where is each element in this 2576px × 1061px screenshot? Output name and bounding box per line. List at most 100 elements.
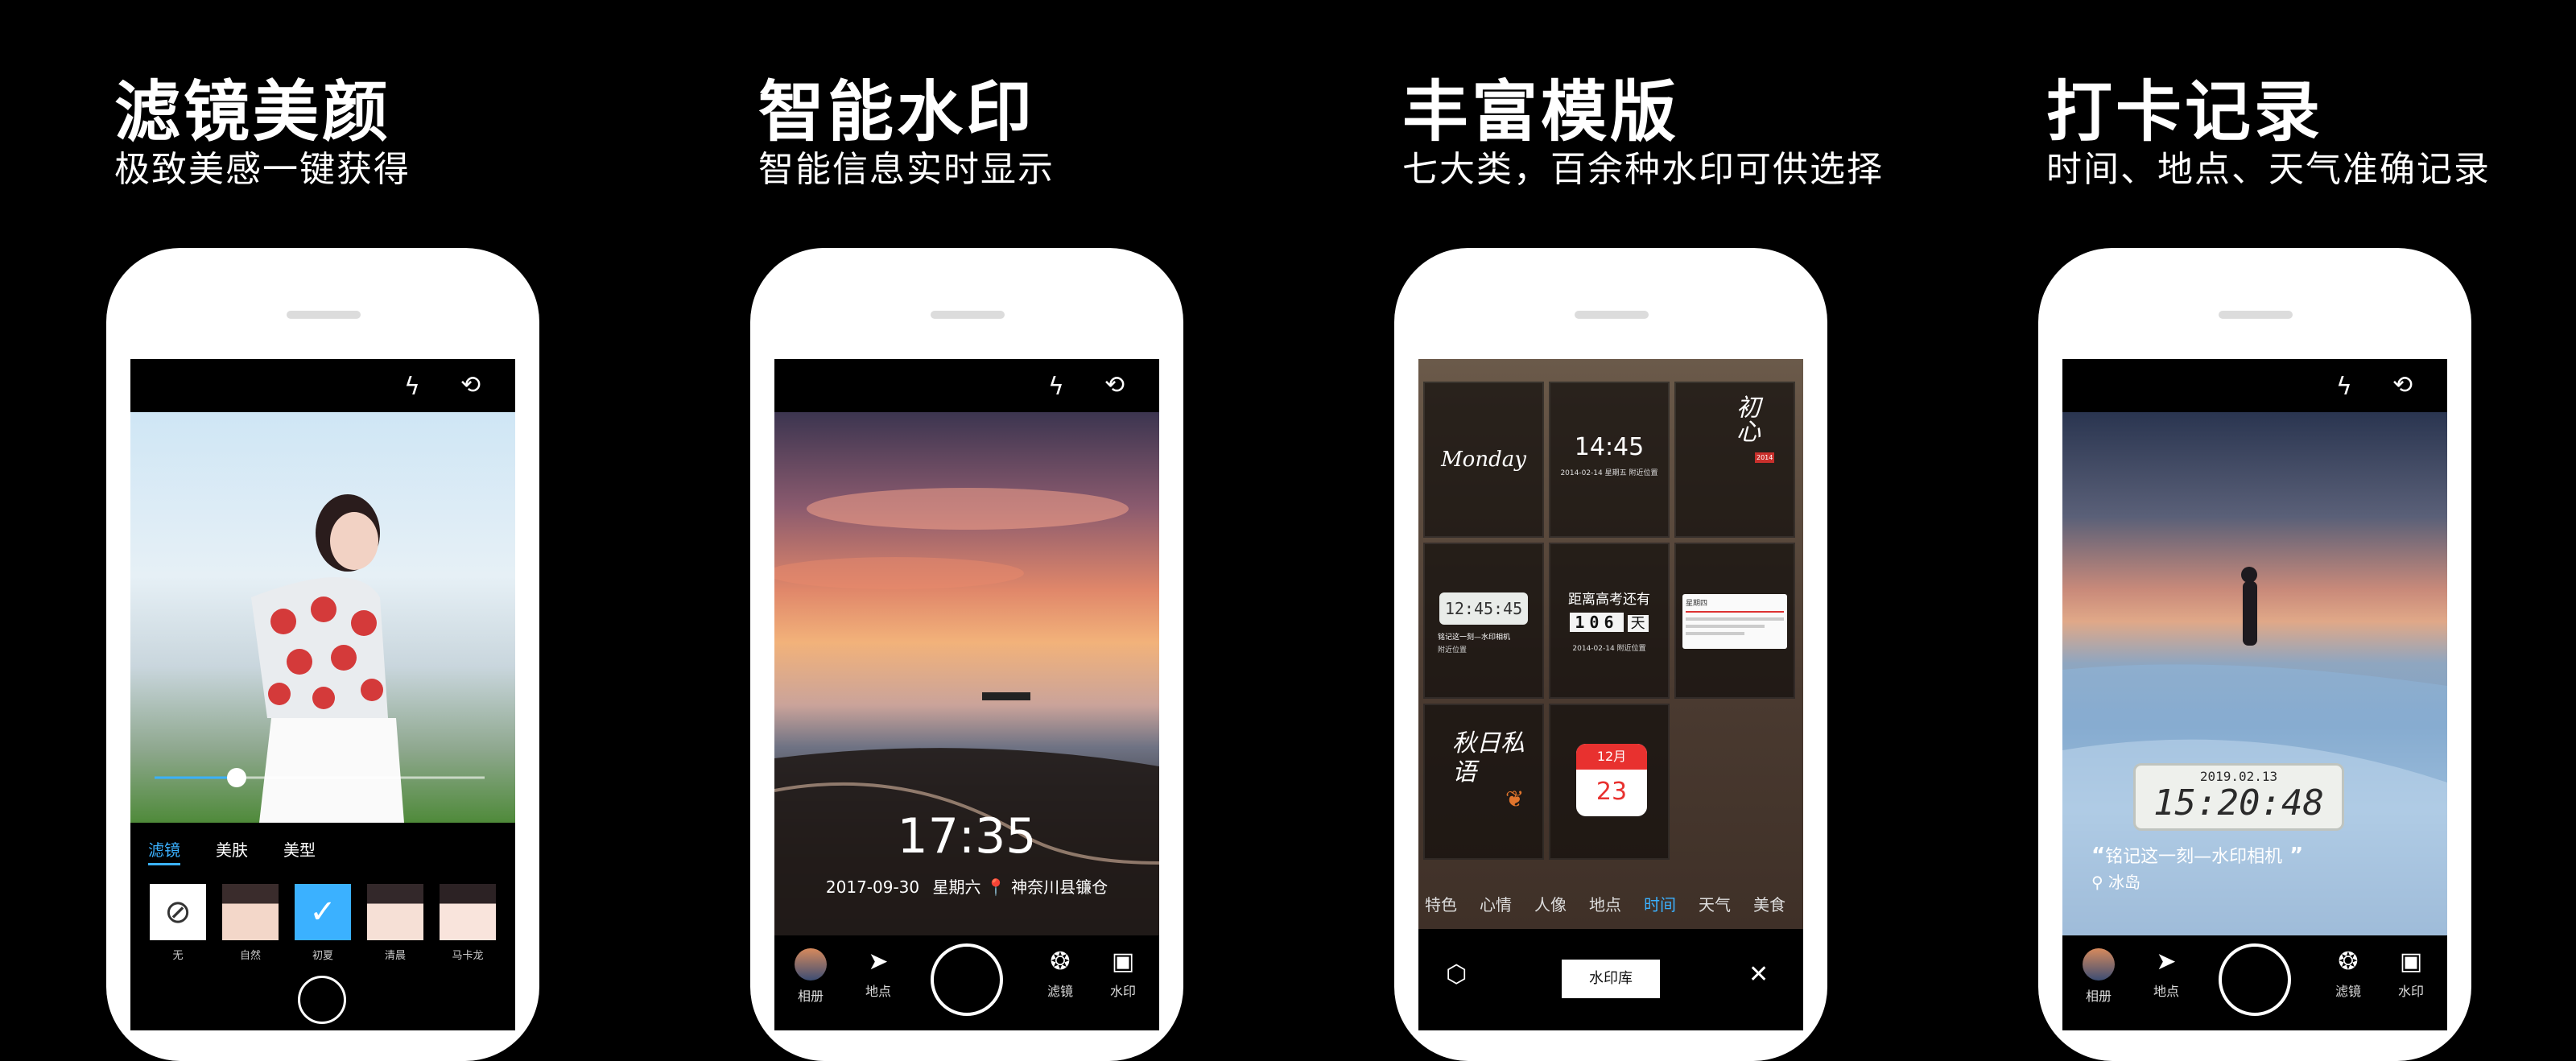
phone-speaker bbox=[2219, 311, 2293, 319]
category-tab[interactable]: 地点 bbox=[1589, 892, 1621, 915]
template-note-card: 星期四 bbox=[1682, 594, 1787, 649]
panel-subtitle: 时间、地点、天气准确记录 bbox=[2046, 149, 2491, 190]
check-icon: ✓ bbox=[295, 884, 351, 940]
calendar-day: 23 bbox=[1596, 778, 1628, 806]
filter-item[interactable]: 马卡龙 bbox=[440, 884, 496, 962]
category-tab[interactable]: 人像 bbox=[1534, 892, 1567, 915]
template-tile[interactable]: 14:45 2014-02-14 星期五 附近位置 bbox=[1549, 382, 1670, 538]
watermark-library-button[interactable]: 水印库 bbox=[1562, 960, 1660, 998]
watermark-button[interactable]: ▣ 水印 bbox=[1095, 948, 1151, 1000]
phone-frame: ϟ ⟲ 2019.02.13 15:20:48 “铭记这一刻—水印相机 ” ⚲ … bbox=[2038, 248, 2471, 1061]
filter-button[interactable]: ❂ 滤镜 bbox=[2320, 948, 2376, 1000]
panel-smart-watermark: 智能水印 智能信息实时显示 ϟ ⟲ 17:35 2017-09-30 星期六 📍… bbox=[644, 0, 1288, 1061]
filter-item[interactable]: ✓ 初夏 bbox=[295, 884, 351, 962]
panel-subtitle: 七大类，百余种水印可供选择 bbox=[1402, 149, 1884, 190]
panel-filter-beauty: 滤镜美颜 极致美感一键获得 ϟ ⟲ 滤镜 美肤 美型 ⊘ 无 自然 ✓ 初夏 清… bbox=[0, 0, 644, 1061]
category-tab[interactable]: 心情 bbox=[1480, 892, 1512, 915]
panel-subtitle: 智能信息实时显示 bbox=[758, 149, 1055, 190]
exam-unit: 天 bbox=[1627, 615, 1649, 632]
note-weekday: 星期四 bbox=[1686, 600, 1708, 608]
watermark-label: 水印 bbox=[1109, 984, 1136, 999]
filter-item[interactable]: 清晨 bbox=[367, 884, 423, 962]
phone-frame: ϟ ⟲ 17:35 2017-09-30 星期六 📍 神奈川县镰仓 相册 ➤ 地… bbox=[750, 248, 1183, 1061]
location-label: 地点 bbox=[865, 984, 891, 999]
clock-time: 15:20:48 bbox=[2153, 782, 2324, 824]
settings-icon[interactable]: ⬡ bbox=[1446, 963, 1467, 987]
exam-digits: 106 bbox=[1570, 613, 1624, 632]
template-tile[interactable]: Monday bbox=[1423, 382, 1544, 538]
template-tile[interactable]: 12:45:45 铭记这一刻—水印相机 附近位置 bbox=[1423, 543, 1544, 699]
filter-item[interactable]: ⊘ 无 bbox=[150, 884, 206, 962]
phone-frame: ϟ ⟲ 滤镜 美肤 美型 ⊘ 无 自然 ✓ 初夏 清晨 马卡龙 bbox=[106, 248, 539, 1061]
album-button[interactable]: 相册 bbox=[2070, 948, 2127, 1005]
maple-leaf-icon: ❦ bbox=[1505, 786, 1525, 812]
flash-off-icon[interactable]: ϟ bbox=[1048, 375, 1064, 399]
tab-filter[interactable]: 滤镜 bbox=[148, 837, 180, 861]
filter-thumbnail bbox=[440, 884, 496, 940]
template-exam-count: 106 天 bbox=[1550, 612, 1668, 633]
location-pin-icon: ⚲ bbox=[2091, 873, 2103, 892]
tab-skin[interactable]: 美肤 bbox=[216, 837, 248, 861]
switch-camera-icon[interactable]: ⟲ bbox=[460, 374, 481, 398]
phone-screen: ϟ ⟲ 17:35 2017-09-30 星期六 📍 神奈川县镰仓 相册 ➤ 地… bbox=[774, 359, 1159, 1030]
watermark-caption: “铭记这一刻—水印相机 ” bbox=[2091, 844, 2304, 868]
close-icon[interactable]: ✕ bbox=[1748, 963, 1769, 987]
category-tab[interactable]: 天气 bbox=[1699, 892, 1731, 915]
camera-topbar: ϟ ⟲ bbox=[130, 359, 515, 412]
template-tile[interactable]: 秋日私语 ❦ bbox=[1423, 704, 1544, 860]
template-tile[interactable]: 距离高考还有 106 天 2014-02-14 附近位置 bbox=[1549, 543, 1670, 699]
location-button[interactable]: ➤ 地点 bbox=[2138, 948, 2194, 1000]
watermark-location: 神奈川县镰仓 bbox=[1011, 877, 1108, 897]
filter-thumbnail bbox=[222, 884, 279, 940]
phone-speaker bbox=[931, 311, 1005, 319]
category-tab-active[interactable]: 时间 bbox=[1644, 892, 1676, 915]
phone-speaker bbox=[287, 311, 361, 319]
watermark-info: 2017-09-30 星期六 📍 神奈川县镰仓 bbox=[774, 874, 1159, 898]
watermark-label: 水印 bbox=[2397, 984, 2424, 999]
digital-clock-watermark: 2019.02.13 15:20:48 bbox=[2133, 763, 2344, 831]
intensity-slider-handle bbox=[227, 768, 246, 787]
watermark-location: ⚲ 冰岛 bbox=[2091, 869, 2140, 893]
calendar-icon: 12月 23 bbox=[1576, 744, 1647, 816]
phone-screen: ϟ ⟲ 2019.02.13 15:20:48 “铭记这一刻—水印相机 ” ⚲ … bbox=[2062, 359, 2447, 1030]
tab-shape[interactable]: 美型 bbox=[283, 837, 316, 861]
camera-bottombar: 相册 ➤ 地点 ❂ 滤镜 ▣ 水印 bbox=[774, 935, 1159, 1030]
active-tab-underline bbox=[148, 863, 180, 865]
filter-button[interactable]: ❂ 滤镜 bbox=[1032, 948, 1088, 1000]
template-tile[interactable]: 星期四 bbox=[1674, 543, 1795, 699]
shutter-button[interactable] bbox=[931, 943, 1003, 1016]
template-exam-title: 距离高考还有 bbox=[1568, 592, 1650, 608]
phone-screen: Monday 14:45 2014-02-14 星期五 附近位置 初心 2014… bbox=[1418, 359, 1803, 1030]
panel-templates: 丰富模版 七大类，百余种水印可供选择 Monday 14:45 2014-02-… bbox=[1288, 0, 1932, 1061]
filter-item[interactable]: 自然 bbox=[222, 884, 279, 962]
flash-off-icon[interactable]: ϟ bbox=[2336, 375, 2352, 399]
watermark-button[interactable]: ▣ 水印 bbox=[2383, 948, 2439, 1000]
caption-text: 铭记这一刻—水印相机 bbox=[2105, 847, 2283, 867]
watermark-date: 2017-09-30 bbox=[825, 877, 920, 897]
category-tab[interactable]: 特色 bbox=[1425, 892, 1457, 915]
template-exam-meta: 2014-02-14 附近位置 bbox=[1572, 645, 1646, 653]
shutter-button[interactable] bbox=[298, 976, 346, 1024]
filter-label: 马卡龙 bbox=[452, 950, 484, 962]
template-tile[interactable]: 初心 2014 bbox=[1674, 382, 1795, 538]
watermark-time: 17:35 bbox=[897, 808, 1037, 865]
phone-frame: Monday 14:45 2014-02-14 星期五 附近位置 初心 2014… bbox=[1394, 248, 1827, 1061]
album-thumbnail bbox=[795, 948, 827, 980]
filter-circles-icon: ❂ bbox=[2338, 947, 2359, 976]
filter-label: 清晨 bbox=[384, 950, 406, 962]
category-tab[interactable]: 美食 bbox=[1753, 892, 1785, 915]
navigation-arrow-icon: ➤ bbox=[868, 947, 889, 976]
flash-off-icon[interactable]: ϟ bbox=[404, 375, 420, 399]
filter-label: 滤镜 bbox=[2334, 984, 2361, 999]
switch-camera-icon[interactable]: ⟲ bbox=[1104, 374, 1125, 398]
album-button[interactable]: 相册 bbox=[782, 948, 839, 1005]
filter-thumbnail bbox=[367, 884, 423, 940]
template-tile[interactable]: 12月 23 bbox=[1549, 704, 1670, 860]
switch-camera-icon[interactable]: ⟲ bbox=[2392, 374, 2413, 398]
watermark-weekday: 星期六 bbox=[932, 877, 981, 897]
shutter-button[interactable] bbox=[2219, 943, 2291, 1016]
location-button[interactable]: ➤ 地点 bbox=[850, 948, 906, 1000]
album-thumbnail bbox=[2083, 948, 2115, 980]
template-monday: Monday bbox=[1441, 448, 1526, 472]
location-text: 冰岛 bbox=[2108, 873, 2141, 892]
